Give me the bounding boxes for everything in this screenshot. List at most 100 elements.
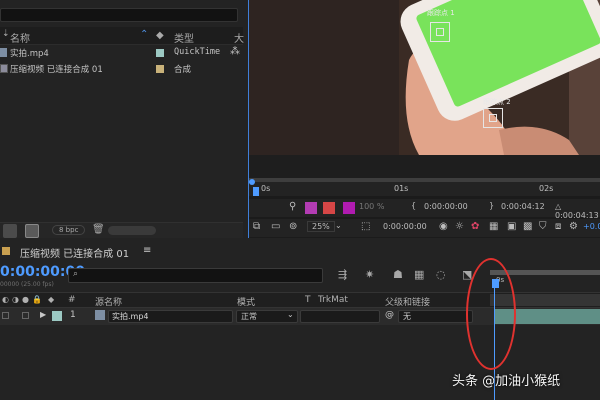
viewer-toolbar-bottom: ⧉ ▭ ⊚ 25% ⌄ ⬚ 0:00:00:00 ◉ ☼ ✿ ▦ ▣ ▩ ⛉ ⧈… (249, 219, 600, 237)
playhead-marker[interactable] (253, 187, 259, 196)
time-delta[interactable]: △ 0:00:04:13 (555, 202, 600, 220)
flowchart-icon[interactable]: ⧈ (555, 221, 561, 232)
region-of-interest-icon[interactable]: ▣ (507, 221, 516, 232)
draft-3d-icon[interactable]: ✷ (365, 268, 374, 281)
list-item[interactable]: 压缩视频 已连接合成 01 合成 (0, 61, 243, 77)
channel-icon[interactable] (305, 202, 317, 214)
trash-icon[interactable]: 🗑 (92, 224, 105, 235)
folder-icon[interactable] (3, 224, 17, 238)
project-panel: ⇣ 名称 ⌃ ◆ 类型 大 实拍.mp4 QuickTime ⁂ 压缩视频 已连… (0, 0, 244, 238)
mask-icon[interactable]: ⊚ (289, 221, 297, 232)
annotation-circle (466, 258, 516, 370)
composition-mini-flowchart-icon[interactable]: ⇶ (338, 268, 347, 281)
in-bracket-icon[interactable]: { (411, 201, 416, 210)
layer-label-color[interactable] (52, 311, 62, 321)
item-type: QuickTime (174, 47, 221, 57)
comp-color-icon (2, 247, 10, 255)
sort-icon: ⇣ (2, 29, 10, 39)
work-area-bar[interactable] (249, 178, 600, 182)
bpc-button[interactable]: 8 bpc (52, 225, 86, 235)
layer-name-field[interactable]: 实拍.mp4 (108, 310, 233, 323)
column-name[interactable]: 名称 (10, 30, 30, 45)
channel-icon[interactable] (323, 202, 335, 214)
show-snapshot-icon[interactable]: ☼ (455, 221, 464, 232)
thumbnail-slider[interactable] (108, 226, 156, 235)
ruler-tick: 01s (394, 184, 409, 193)
solo-toggle[interactable] (22, 312, 29, 319)
column-t[interactable]: T (305, 295, 311, 305)
time-start[interactable]: 0:00:00:00 (424, 202, 468, 211)
out-bracket-icon[interactable]: } (489, 201, 494, 210)
tracker-2-box[interactable] (483, 108, 503, 128)
visibility-toggle[interactable] (2, 312, 9, 319)
time-end[interactable]: 0:00:04:12 (501, 202, 545, 211)
layer-search-input[interactable]: ⌕ (68, 268, 323, 283)
expand-triangle-icon[interactable]: ▶ (40, 310, 46, 319)
3d-view-icon[interactable]: ⛉ (539, 221, 547, 232)
label-tag-icon[interactable]: ◆ (156, 30, 164, 41)
layer-number: 1 (70, 310, 76, 320)
chevron-down-icon[interactable]: ⌄ (335, 221, 342, 230)
item-name: 压缩视频 已连接合成 01 (10, 65, 103, 75)
project-search-input[interactable] (0, 8, 238, 22)
fps-readout: 00000 (25.00 fps) (0, 281, 54, 288)
camera-icon[interactable]: ◉ (439, 221, 448, 232)
footage-icon (95, 310, 105, 320)
viewer-time-ruler[interactable]: 0s 01s 02s (249, 178, 600, 196)
column-more[interactable]: 大 (234, 30, 244, 45)
tracker-2-feature[interactable] (489, 114, 497, 122)
column-type[interactable]: 类型 (174, 30, 194, 45)
column-number[interactable]: # (68, 295, 76, 305)
comp-tab-title[interactable]: 压缩视频 已连接合成 01 (20, 245, 129, 260)
zoom-dropdown[interactable]: 25% (307, 221, 335, 232)
chevron-down-icon[interactable]: ⌄ (287, 310, 294, 319)
shy-layers-icon[interactable]: ☗ (393, 268, 403, 281)
solo-icon[interactable]: ● (22, 295, 29, 304)
column-source-name[interactable]: 源名称 (95, 295, 122, 308)
chevron-up-icon: ⌃ (140, 29, 149, 40)
list-item[interactable]: 实拍.mp4 QuickTime ⁂ (0, 45, 243, 61)
column-mode[interactable]: 模式 (237, 295, 255, 308)
tracker-2-label: 跟踪点 2 (483, 98, 511, 106)
project-bottom-bar: 8 bpc 🗑 (0, 222, 243, 238)
grid-icon[interactable]: ▦ (489, 221, 498, 232)
column-trkmat[interactable]: TrkMat (318, 295, 348, 305)
tab-menu-icon[interactable]: ≡ (143, 245, 151, 256)
channel-icon[interactable] (343, 202, 355, 214)
monitor-icon[interactable]: ▭ (271, 221, 280, 232)
watermark-text: 头条 @加油小猴纸 (452, 374, 561, 389)
parent-dropdown[interactable]: 无 (398, 310, 473, 323)
color-channel-icon[interactable]: ✿ (471, 221, 479, 232)
composition-icon (0, 64, 8, 73)
label-color-swatch[interactable] (156, 49, 164, 57)
region-icon[interactable]: ⧉ (253, 221, 260, 232)
walk-icon[interactable]: ⚲ (289, 201, 296, 212)
motion-blur-icon[interactable]: ◌ (436, 268, 446, 281)
flowchart-icon[interactable]: ⁂ (230, 46, 240, 57)
tracker-1-box[interactable] (430, 22, 450, 42)
playhead-top[interactable] (249, 179, 255, 185)
tracker-1-feature[interactable] (436, 28, 444, 36)
preview-image (249, 0, 600, 155)
trkmat-dropdown[interactable] (300, 310, 380, 323)
audio-icon[interactable]: ◑ (12, 295, 19, 304)
fit-icon[interactable]: ⬚ (361, 221, 370, 232)
ruler-tick: 02s (539, 184, 554, 193)
lock-icon[interactable]: 🔒 (32, 295, 42, 304)
exposure-offset[interactable]: +0.0 (583, 222, 600, 231)
viewer-gap (249, 155, 600, 178)
column-parent[interactable]: 父级和链接 (385, 295, 430, 308)
visibility-icon[interactable]: ◐ (2, 295, 9, 304)
settings-gear-icon[interactable]: ⚙ (569, 221, 578, 232)
project-column-header: ⇣ 名称 ⌃ ◆ 类型 大 (0, 27, 244, 45)
label-tag-icon[interactable]: ◆ (48, 295, 54, 304)
item-type: 合成 (174, 65, 192, 75)
label-color-swatch[interactable] (156, 65, 164, 73)
transparency-grid-icon[interactable]: ▩ (523, 221, 532, 232)
video-preview[interactable]: 跟踪点 1 跟踪点 2 (249, 0, 600, 155)
frame-blending-icon[interactable]: ▦ (414, 268, 424, 281)
current-time[interactable]: 0:00:00:00 (383, 222, 427, 231)
new-composition-icon[interactable] (25, 224, 39, 238)
pickwhip-icon[interactable]: @ (385, 310, 394, 320)
viewer-toolbar-top: ⚲ 100 % { 0:00:00:00 } 0:00:04:12 △ 0:00… (249, 199, 600, 220)
